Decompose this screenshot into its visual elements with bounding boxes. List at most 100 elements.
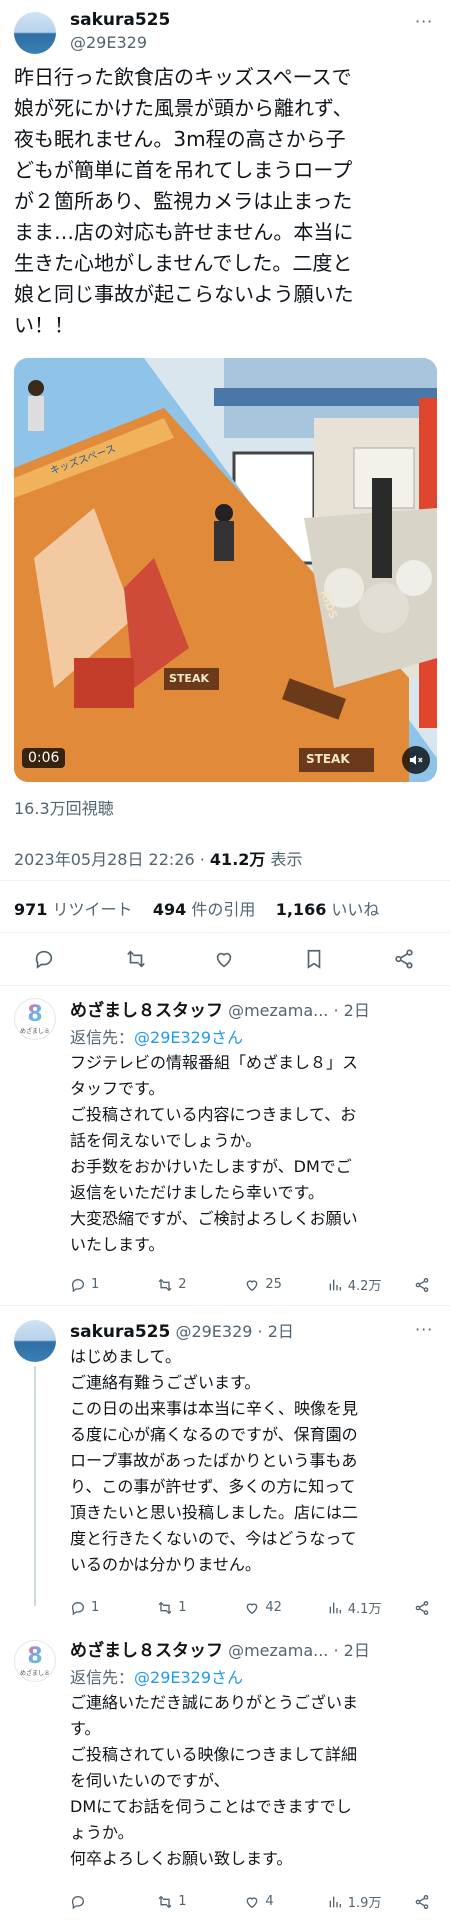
retweet-count: 971 xyxy=(14,900,48,919)
avatar-sakura525[interactable] xyxy=(14,12,56,54)
quote-count: 494 xyxy=(152,900,187,919)
view-count: 16.3万回視聴 xyxy=(14,799,114,818)
logo-mark: 8 xyxy=(27,1643,43,1669)
retweet-count: 2 xyxy=(178,1277,187,1292)
reply-button[interactable] xyxy=(70,1894,152,1910)
like-count: 4 xyxy=(265,1894,274,1909)
video-player[interactable]: KIDS STEAK STEAK キッズスペース 0:06 xyxy=(14,358,437,782)
views-button[interactable]: 1.9万 xyxy=(327,1892,409,1911)
share-icon[interactable] xyxy=(390,945,418,973)
retweet-stat[interactable]: 971 リツイート xyxy=(14,900,133,919)
video-duration: 0:06 xyxy=(22,748,66,768)
video-thumbnail xyxy=(14,358,437,782)
avatar-sakura525[interactable] xyxy=(14,1320,56,1362)
reply-author-handle[interactable]: @mezama... xyxy=(228,1001,328,1020)
retweet-count: 1 xyxy=(178,1894,187,1909)
impressions-label: 表示 xyxy=(270,850,303,869)
reply-to-handle[interactable]: @29E329さん xyxy=(134,1028,243,1047)
thread-connector xyxy=(34,1366,36,1606)
views-count: 1.9万 xyxy=(347,1896,382,1911)
like-button[interactable]: 25 xyxy=(244,1277,321,1293)
date-separator: · xyxy=(199,850,205,869)
logo-mark: 8 xyxy=(27,1001,43,1027)
divider xyxy=(0,880,450,881)
reply-author-name[interactable]: sakura525 xyxy=(70,1322,170,1342)
logo-caption: めざまし８ xyxy=(19,1669,50,1677)
impressions-count: 41.2万 xyxy=(209,850,266,869)
bookmark-icon[interactable] xyxy=(300,945,328,973)
like-button[interactable]: 42 xyxy=(244,1600,321,1616)
reply-action-row: 1 2 25 4.2万 xyxy=(70,1275,430,1294)
avatar-mezamashi[interactable]: 8 めざまし８ xyxy=(14,1640,56,1682)
reply-header: sakura525 @29E329 · 2日 xyxy=(70,1318,294,1342)
author-handle[interactable]: @29E329 xyxy=(70,33,147,52)
divider xyxy=(0,1305,450,1306)
like-stat[interactable]: 1,166 いいね xyxy=(276,900,380,919)
reply-header: めざまし８スタッフ @mezama... · 2日 xyxy=(70,996,370,1021)
retweet-button[interactable]: 1 xyxy=(157,1600,239,1616)
like-count: 25 xyxy=(265,1277,282,1292)
like-icon xyxy=(247,1279,258,1291)
like-icon[interactable] xyxy=(210,945,238,973)
quote-stat[interactable]: 494 件の引用 xyxy=(153,900,256,919)
views-count: 4.2万 xyxy=(347,1279,382,1294)
reply-time[interactable]: · 2日 xyxy=(333,1641,369,1660)
more-options-icon[interactable]: ··· xyxy=(415,1320,433,1339)
like-count: 1,166 xyxy=(275,900,327,919)
retweet-icon xyxy=(158,1895,172,1908)
reply-to-label: 返信先： xyxy=(70,1028,135,1047)
reply-count: 1 xyxy=(91,1600,100,1615)
reply-text: フジテレビの情報番組「めざまし８」ス タッフです。 ご投稿されている内容につきま… xyxy=(70,1053,359,1254)
post-text: 昨日行った飲食店のキッズスペースで 娘が死にかけた風景が頭から離れず、 夜も眠れ… xyxy=(14,65,354,337)
reply-action-row: 1 1 42 4.1万 xyxy=(70,1598,430,1617)
mute-icon[interactable] xyxy=(402,746,430,774)
like-label: いいね xyxy=(331,900,380,919)
views-count: 4.1万 xyxy=(347,1602,382,1617)
quote-label: 件の引用 xyxy=(191,900,256,919)
retweet-icon xyxy=(158,1278,172,1291)
divider xyxy=(0,985,450,986)
reply-header: めざまし８スタッフ @mezama... · 2日 xyxy=(70,1636,370,1661)
reply-to-label: 返信先： xyxy=(70,1668,135,1687)
retweet-label: リツイート xyxy=(52,900,133,919)
like-count: 42 xyxy=(265,1600,282,1615)
like-icon xyxy=(247,1896,258,1908)
reply-to-line: 返信先：@29E329さん xyxy=(70,1024,243,1048)
reply-to-handle[interactable]: @29E329さん xyxy=(134,1668,243,1687)
reply-author-name[interactable]: めざまし８スタッフ xyxy=(70,1001,223,1021)
like-button[interactable]: 4 xyxy=(244,1894,321,1910)
reply-author-handle[interactable]: @29E329 xyxy=(175,1322,252,1341)
reply-button[interactable]: 1 xyxy=(70,1277,152,1293)
like-icon xyxy=(247,1602,258,1614)
reply-count: 1 xyxy=(91,1277,100,1292)
post-date[interactable]: 2023年05月28日 22:26 xyxy=(14,850,195,869)
reply-icon xyxy=(71,1278,84,1292)
divider xyxy=(0,932,450,933)
retweet-icon xyxy=(158,1601,172,1614)
reply-author-name[interactable]: めざまし８スタッフ xyxy=(70,1641,223,1661)
reply-author-handle[interactable]: @mezama... xyxy=(228,1641,328,1660)
sign-steak-2: STEAK xyxy=(306,752,350,766)
logo-caption: めざまし８ xyxy=(19,1027,50,1035)
reply-icon[interactable] xyxy=(30,945,58,973)
reply-button[interactable]: 1 xyxy=(70,1600,152,1616)
retweet-button[interactable]: 2 xyxy=(157,1277,239,1293)
reply-text: ご連絡いただき誠にありがとうございま す。 ご投稿されている映像につきまして詳細… xyxy=(70,1693,359,1868)
sign-steak: STEAK xyxy=(169,672,209,685)
timestamp-row: 2023年05月28日 22:26 · 41.2万 表示 xyxy=(14,846,303,870)
views-button[interactable]: 4.2万 xyxy=(327,1275,409,1294)
reply-icon xyxy=(71,1601,84,1615)
retweet-icon[interactable] xyxy=(122,945,150,973)
reply-to-line: 返信先：@29E329さん xyxy=(70,1664,243,1688)
reply-time[interactable]: · 2日 xyxy=(258,1322,294,1341)
share-icon[interactable] xyxy=(414,1600,430,1616)
share-icon[interactable] xyxy=(414,1277,430,1293)
reply-action-row: 1 4 1.9万 xyxy=(70,1892,430,1911)
avatar-mezamashi[interactable]: 8 めざまし８ xyxy=(14,998,56,1040)
share-icon[interactable] xyxy=(414,1894,430,1910)
author-name[interactable]: sakura525 xyxy=(70,10,170,30)
retweet-button[interactable]: 1 xyxy=(157,1894,239,1910)
reply-time[interactable]: · 2日 xyxy=(333,1001,369,1020)
views-button[interactable]: 4.1万 xyxy=(327,1598,409,1617)
more-options-icon[interactable]: ··· xyxy=(415,12,433,31)
